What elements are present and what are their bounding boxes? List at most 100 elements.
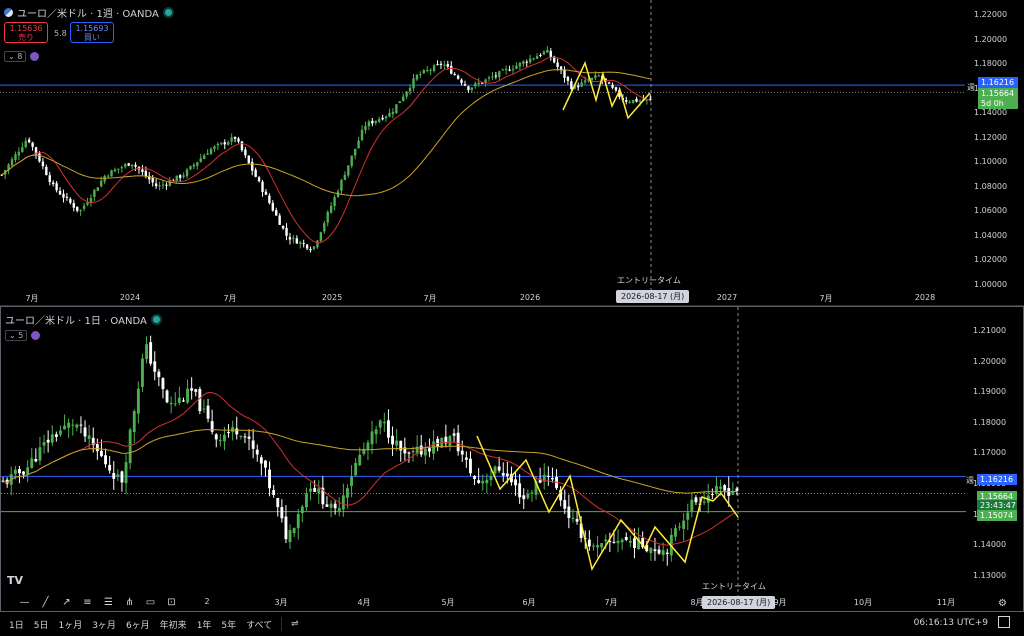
- bar-countdown-tag: 5d 0h: [978, 98, 1018, 109]
- candle: [350, 155, 353, 166]
- rectangle-icon[interactable]: ▭: [143, 597, 158, 609]
- buy-label: 買い: [84, 33, 100, 42]
- candle: [493, 466, 497, 474]
- daily-chart-pane[interactable]: ユーロ／米ドル · 1日 · OANDA ⌄ 5 1.21000 1.20000 1…: [0, 306, 1024, 612]
- candle: [329, 205, 333, 213]
- candle: [45, 166, 48, 176]
- candle: [575, 518, 579, 522]
- time-tick: 7月: [25, 294, 39, 303]
- candle: [448, 436, 452, 446]
- candle: [175, 175, 178, 181]
- timeframe-button[interactable]: 3ヶ月: [87, 618, 121, 631]
- fib-retracement-icon[interactable]: ☰: [101, 597, 116, 609]
- timeframe-button[interactable]: 5年: [216, 618, 241, 631]
- indicator-icon[interactable]: [30, 51, 40, 61]
- trendline-icon[interactable]: ╱: [38, 597, 53, 609]
- timeframe-button[interactable]: 1年: [192, 618, 217, 631]
- buy-button[interactable]: 1.15693 買い: [70, 22, 114, 43]
- candle: [117, 168, 120, 170]
- candle: [259, 457, 263, 464]
- candle: [145, 344, 148, 360]
- weekly-symbol-title[interactable]: ユーロ／米ドル · 1週 · OANDA: [4, 5, 174, 20]
- parallel-channel-icon[interactable]: ≡: [80, 597, 95, 609]
- candle: [607, 82, 611, 84]
- pitchfork-icon[interactable]: ⋔: [122, 597, 137, 609]
- horizontal-line-icon[interactable]: —: [17, 597, 32, 609]
- timeframe-button[interactable]: 1ヶ月: [53, 618, 87, 631]
- candle: [624, 536, 628, 540]
- market-open-icon: [150, 314, 162, 325]
- ray-icon[interactable]: ↗: [59, 597, 74, 609]
- candle: [694, 497, 698, 503]
- timeframe-button[interactable]: 5日: [29, 618, 54, 631]
- candle: [470, 87, 474, 91]
- candle: [93, 189, 96, 197]
- weekly-indicator-toggle[interactable]: ⌄ 8: [4, 50, 40, 62]
- candle: [735, 488, 739, 491]
- candle: [549, 50, 552, 58]
- candle: [141, 358, 144, 387]
- daily-symbol-title[interactable]: ユーロ／米ドル · 1日 · OANDA: [5, 312, 162, 327]
- candle: [177, 397, 181, 403]
- candle: [190, 388, 194, 391]
- candle: [469, 458, 472, 474]
- price-tick: 1.12000: [974, 132, 1008, 142]
- candle: [220, 142, 223, 145]
- candle: [30, 458, 34, 469]
- time-tick: 2027: [716, 293, 738, 302]
- clock[interactable]: 06:16:13 UTC+9: [914, 618, 988, 628]
- daily-indicator-toggle[interactable]: ⌄ 5: [5, 329, 41, 341]
- timeframe-button[interactable]: 年初来: [155, 618, 192, 631]
- candle: [535, 56, 539, 59]
- sell-button[interactable]: 1.15636 売り: [4, 22, 48, 43]
- candle: [216, 143, 220, 146]
- indicator-icon[interactable]: [31, 330, 41, 340]
- timeframe-button[interactable]: 1日: [4, 618, 29, 631]
- daily-chart-canvas[interactable]: [1, 307, 1024, 612]
- eurusd-flag-icon: [4, 8, 13, 17]
- candle: [106, 175, 110, 177]
- candle: [657, 549, 661, 554]
- goto-date-icon[interactable]: ⇌: [286, 619, 304, 629]
- expand-icon[interactable]: [998, 616, 1010, 628]
- candle: [364, 125, 367, 131]
- candle: [223, 142, 226, 145]
- frame-icon[interactable]: ⊡: [164, 597, 179, 609]
- candle: [284, 516, 288, 540]
- candle: [505, 473, 509, 477]
- candle: [247, 436, 251, 439]
- timeframe-button[interactable]: 6ヶ月: [121, 618, 155, 631]
- weekly-chart-pane[interactable]: ユーロ／米ドル · 1週 · OANDA 1.15636 売り 5.8 1.15…: [0, 0, 1024, 306]
- candle: [82, 205, 86, 209]
- candle: [58, 190, 62, 195]
- settings-gear-icon[interactable]: ⚙: [998, 598, 1007, 609]
- candle: [154, 183, 158, 187]
- candle: [173, 403, 177, 405]
- week-level-mark: 週: [966, 476, 974, 485]
- candle: [477, 480, 481, 483]
- candle: [391, 435, 394, 445]
- candle: [103, 175, 106, 182]
- candle: [100, 180, 103, 187]
- candle: [54, 434, 58, 437]
- candle: [317, 488, 321, 494]
- price-tick: 1.04000: [974, 230, 1008, 240]
- candle: [528, 58, 532, 63]
- candle: [189, 165, 192, 170]
- candle: [532, 58, 535, 60]
- candle: [419, 74, 422, 76]
- candle: [112, 472, 116, 479]
- candle: [426, 69, 429, 71]
- candle: [350, 476, 353, 487]
- candle: [530, 492, 534, 494]
- timeframe-button[interactable]: すべて: [241, 618, 277, 631]
- candle: [337, 507, 341, 512]
- candle: [149, 342, 153, 364]
- candle: [271, 202, 275, 211]
- weekly-chart-canvas[interactable]: [0, 0, 1024, 305]
- candle: [95, 444, 99, 452]
- candle: [398, 101, 401, 104]
- candle: [638, 100, 642, 102]
- candle: [168, 180, 172, 186]
- price-tick: 1.13000: [973, 570, 1007, 580]
